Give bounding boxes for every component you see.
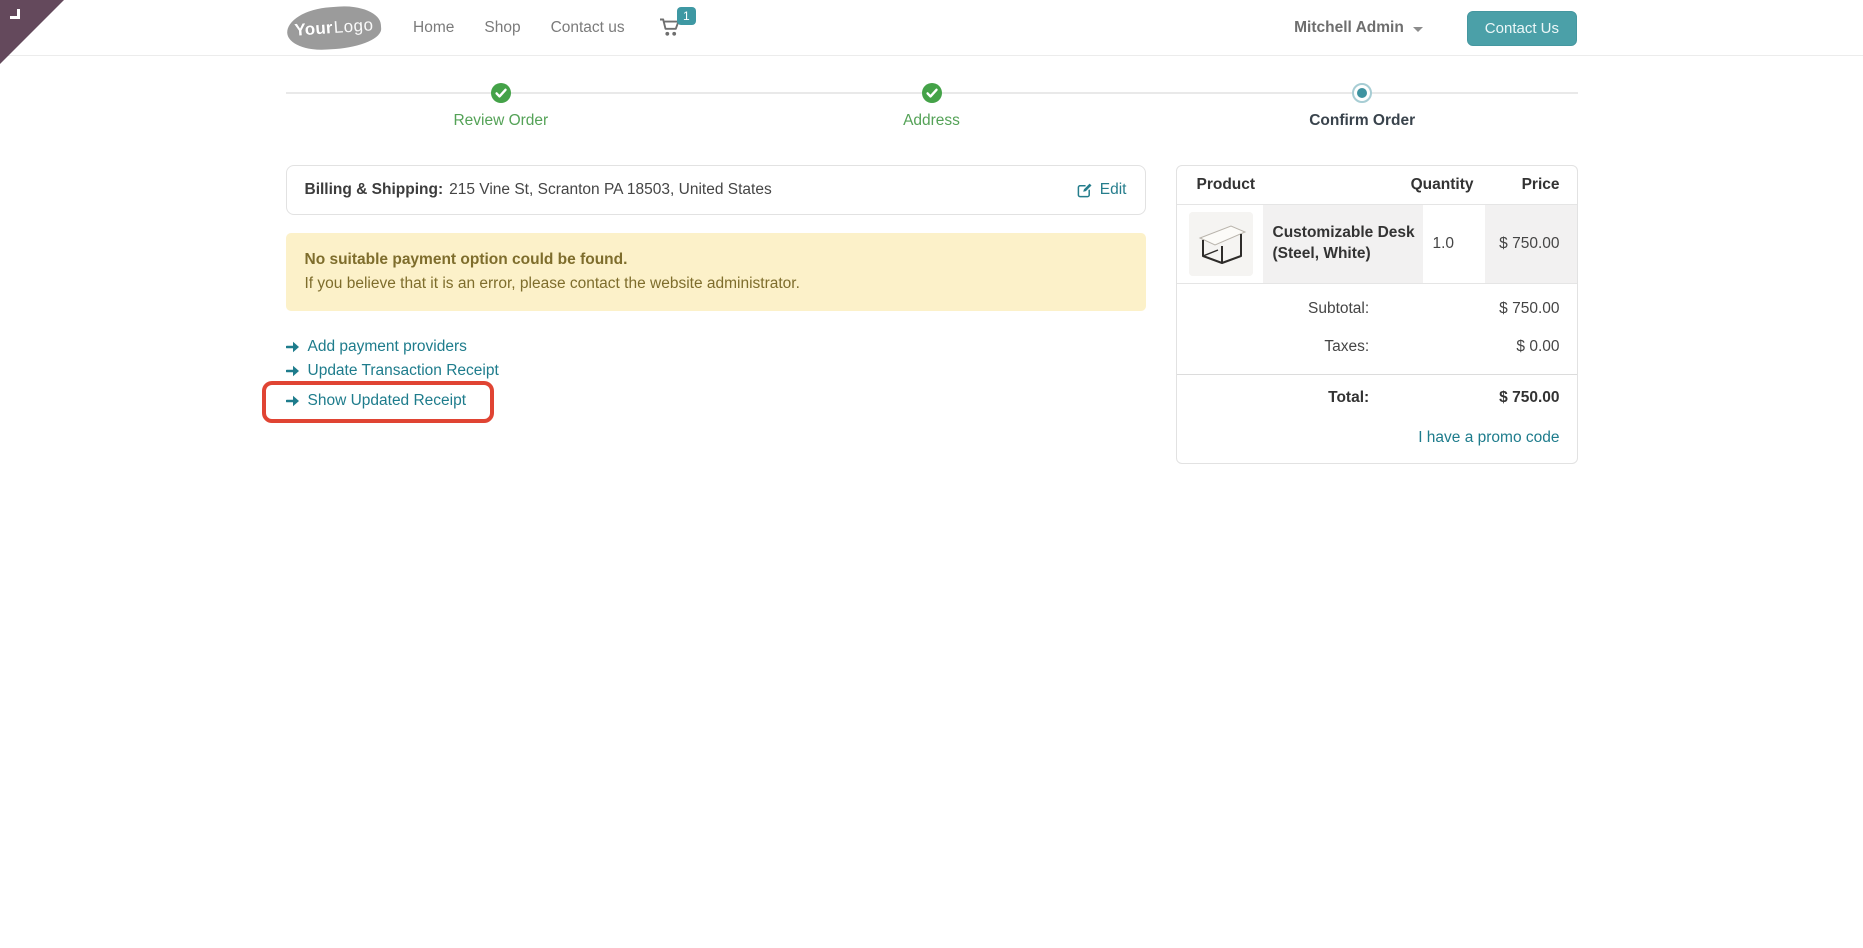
- arrow-right-icon: [285, 341, 300, 353]
- subtotal-row: Subtotal: $ 750.00: [1177, 290, 1577, 328]
- warning-title: No suitable payment option could be foun…: [304, 251, 628, 268]
- product-price: $ 750.00: [1484, 205, 1577, 283]
- subtotal-label: Subtotal:: [1307, 300, 1370, 317]
- column-header-price: Price: [1521, 176, 1560, 193]
- promo-code-link[interactable]: I have a promo code: [1418, 429, 1559, 446]
- chevron-down-icon: [1412, 26, 1423, 32]
- step-label: Confirm Order: [1309, 112, 1416, 129]
- site-logo[interactable]: Your Logo: [285, 3, 383, 52]
- main-nav: Home Shop Contact us: [413, 19, 625, 37]
- step-label: Address: [903, 112, 960, 129]
- cart-item-row: Customizable Desk (Steel, White) 1.0 $ 7…: [1176, 205, 1577, 284]
- step-confirm-order: Confirm Order: [1147, 71, 1578, 130]
- check-circle-icon: [921, 83, 942, 103]
- contact-us-button[interactable]: Contact Us: [1466, 10, 1577, 46]
- edit-address-link[interactable]: Edit: [1077, 181, 1127, 199]
- current-step-dot-icon: [1352, 83, 1373, 103]
- arrow-right-icon: [285, 365, 300, 377]
- nav-shop[interactable]: Shop: [484, 19, 520, 37]
- step-review-order[interactable]: Review Order: [286, 71, 717, 130]
- action-link-label: Show Updated Receipt: [307, 392, 467, 410]
- step-label: Review Order: [453, 112, 549, 129]
- total-label: Total:: [1328, 389, 1370, 406]
- cart-count-badge: 1: [676, 7, 696, 25]
- nav-home[interactable]: Home: [413, 19, 454, 37]
- total-row: Total: $ 750.00: [1177, 375, 1577, 417]
- promo-row: I have a promo code: [1177, 417, 1577, 463]
- user-menu-label: Mitchell Admin: [1294, 19, 1404, 36]
- checkout-progress: Review Order Address Confirm Order: [285, 71, 1578, 139]
- taxes-row: Taxes: $ 0.00: [1177, 328, 1577, 366]
- edit-label: Edit: [1099, 181, 1127, 198]
- summary-header-row: Product Quantity Price: [1176, 166, 1577, 205]
- check-circle-icon: [490, 83, 511, 103]
- product-thumbnail[interactable]: [1188, 212, 1253, 276]
- billing-label: Billing & Shipping:: [304, 181, 444, 198]
- column-header-product: Product: [1196, 176, 1256, 193]
- site-header: Your Logo Home Shop Contact us 1 Mitchell…: [0, 0, 1863, 56]
- warning-body: If you believe that it is an error, plea…: [304, 275, 800, 293]
- arrow-right-icon: [285, 395, 300, 407]
- user-menu[interactable]: Mitchell Admin: [1294, 19, 1423, 37]
- billing-shipping-card: Billing & Shipping: 215 Vine St, Scranto…: [285, 165, 1146, 215]
- summary-totals: Subtotal: $ 750.00 Taxes: $ 0.00 Total: …: [1176, 284, 1577, 463]
- corner-bracket-icon: [10, 9, 20, 19]
- update-transaction-receipt-link[interactable]: Update Transaction Receipt: [285, 359, 499, 383]
- annotation-highlight-rectangle: Show Updated Receipt: [261, 381, 495, 424]
- order-summary-table: Product Quantity Price Customizable Desk…: [1175, 165, 1578, 464]
- edit-pencil-icon: [1077, 182, 1093, 198]
- product-image-cell: [1177, 205, 1263, 283]
- product-name: Customizable Desk (Steel, White): [1262, 205, 1423, 283]
- taxes-value: $ 0.00: [1516, 338, 1560, 355]
- taxes-label: Taxes:: [1324, 338, 1370, 355]
- billing-address: 215 Vine St, Scranton PA 18503, United S…: [449, 181, 772, 198]
- main-content: Billing & Shipping: 215 Vine St, Scranto…: [261, 165, 1578, 464]
- total-value: $ 750.00: [1499, 389, 1560, 406]
- show-updated-receipt-link[interactable]: Show Updated Receipt: [285, 389, 467, 413]
- nav-contact-us[interactable]: Contact us: [551, 19, 625, 37]
- product-quantity: 1.0: [1432, 235, 1455, 252]
- cart-button[interactable]: 1: [659, 7, 696, 37]
- column-header-quantity: Quantity: [1410, 176, 1474, 193]
- payment-column: Billing & Shipping: 215 Vine St, Scranto…: [261, 165, 1146, 424]
- action-link-label: Update Transaction Receipt: [307, 362, 499, 380]
- step-address[interactable]: Address: [716, 71, 1147, 130]
- payment-action-links: Add payment providers Update Transaction…: [261, 335, 1146, 424]
- action-link-label: Add payment providers: [307, 338, 467, 356]
- header-right: Mitchell Admin Contact Us: [1294, 0, 1577, 56]
- add-payment-providers-link[interactable]: Add payment providers: [285, 335, 467, 359]
- logo-text-logo: Logo: [333, 14, 375, 37]
- payment-warning-alert: No suitable payment option could be foun…: [285, 233, 1146, 312]
- subtotal-value: $ 750.00: [1499, 300, 1560, 317]
- logo-text-your: Your: [293, 17, 334, 40]
